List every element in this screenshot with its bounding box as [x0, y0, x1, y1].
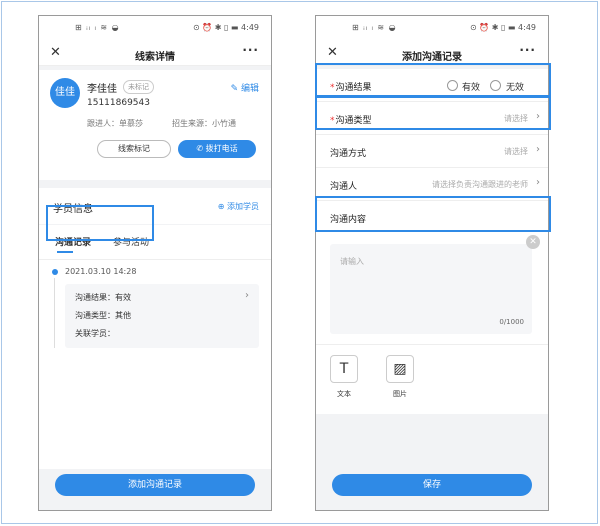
nav-bar: ✕ 线索详情 ··· — [39, 42, 271, 66]
method-select[interactable]: 请选择 — [504, 146, 528, 157]
lead-source: 招生来源：小竹通 — [172, 119, 236, 128]
edit-button[interactable]: ✎ 编辑 — [231, 81, 259, 94]
text-attach-label: 文本 — [337, 390, 351, 398]
lead-card: 佳佳 李佳佳 未标记 ✎ 编辑 15111869543 跟进人：单慕莎 招生来源… — [39, 70, 271, 180]
type-label-text: 沟通类型 — [335, 116, 372, 126]
lead-follower: 跟进人：单慕莎 — [87, 119, 143, 128]
content-label: 沟通内容 — [330, 215, 367, 225]
status-bar: ⊞ ᵢₗ ₗ ≋ ◒ ⊙ ⏰ ✱ ▯ ▬ 4:49 — [39, 16, 271, 42]
content-textarea[interactable]: 请输入 0/1000 — [330, 244, 532, 334]
image-attach-label: 图片 — [393, 390, 407, 398]
image-icon[interactable]: ▨ — [386, 355, 414, 383]
tab-indicator — [57, 251, 73, 253]
record-type: 沟通类型：其他 — [75, 311, 131, 320]
content-area: 请输入 0/1000 ✕ — [316, 234, 548, 344]
chevron-right-icon: › — [536, 177, 540, 188]
page-title: 添加沟通记录 — [402, 52, 462, 63]
text-icon[interactable]: T — [330, 355, 358, 383]
lead-name: 李佳佳 — [87, 84, 117, 95]
result-label: *沟通结果 — [330, 80, 372, 93]
clear-icon[interactable]: ✕ — [526, 235, 540, 249]
radio-valid-label: 有效 — [462, 83, 481, 93]
radio-invalid[interactable] — [490, 80, 501, 91]
required-mark: * — [330, 116, 335, 126]
result-label-text: 沟通结果 — [335, 83, 372, 93]
record-timeline: 2021.03.10 14:28 沟通结果：有效 沟通类型：其他 关联学员： › — [39, 259, 271, 469]
required-mark: * — [330, 83, 335, 93]
lead-mark-button[interactable]: 线索标记 — [97, 140, 171, 158]
method-label: 沟通方式 — [330, 149, 367, 159]
timeline-dot — [52, 269, 58, 275]
content-field: 沟通内容 — [316, 201, 548, 234]
method-field[interactable]: 沟通方式 请选择 › — [316, 135, 548, 168]
record-date: 2021.03.10 14:28 — [65, 267, 137, 276]
status-bar: ⊞ ᵢₗ ₗ ≋ ◒ ⊙ ⏰ ✱ ▯ ▬ 4:49 — [316, 16, 548, 42]
status-icons-right: ⊙ ⏰ ✱ ▯ ▬ 4:49 — [192, 23, 259, 32]
person-field[interactable]: 沟通人 请选择负责沟通跟进的老师 › — [316, 168, 548, 201]
add-student-button[interactable]: ⊕ 添加学员 — [218, 201, 259, 212]
avatar: 佳佳 — [50, 78, 80, 108]
type-select[interactable]: 请选择 — [504, 113, 528, 124]
record-form: *沟通结果 有效 无效 *沟通类型 请选择 › 沟通方式 请选择 › 沟通人 请… — [316, 69, 548, 234]
record-student: 关联学员： — [75, 329, 115, 338]
page-title: 线索详情 — [135, 52, 175, 63]
radio-invalid-label: 无效 — [506, 83, 525, 93]
phone-lead-detail: ⊞ ᵢₗ ₗ ≋ ◒ ⊙ ⏰ ✱ ▯ ▬ 4:49 ✕ 线索详情 ··· 佳佳 … — [38, 15, 272, 511]
nav-bar: ✕ 添加沟通记录 ··· — [316, 42, 548, 66]
type-label: *沟通类型 — [330, 113, 372, 126]
chevron-right-icon: › — [536, 144, 540, 155]
chevron-right-icon: › — [245, 290, 249, 301]
type-field[interactable]: *沟通类型 请选择 › — [316, 102, 548, 135]
save-button[interactable]: 保存 — [332, 474, 532, 496]
radio-valid[interactable] — [447, 80, 458, 91]
textarea-placeholder: 请输入 — [340, 257, 364, 266]
call-button[interactable]: ✆ 拨打电话 — [178, 140, 256, 158]
section-title: 学员信息 — [53, 204, 93, 215]
attachment-bar: T 文本 ▨ 图片 — [316, 344, 548, 414]
timeline-line — [54, 278, 55, 348]
lead-phone: 15111869543 — [87, 98, 150, 108]
more-icon[interactable]: ··· — [242, 43, 259, 57]
tab-activities[interactable]: 参与活动 — [113, 235, 149, 248]
record-result: 沟通结果：有效 — [75, 293, 131, 302]
person-label: 沟通人 — [330, 182, 358, 192]
status-icons-left: ⊞ ᵢₗ ₗ ≋ ◒ — [352, 23, 397, 32]
status-icons-right: ⊙ ⏰ ✱ ▯ ▬ 4:49 — [469, 23, 536, 32]
char-count: 0/1000 — [499, 318, 524, 326]
phone-add-record: ⊞ ᵢₗ ₗ ≋ ◒ ⊙ ⏰ ✱ ▯ ▬ 4:49 ✕ 添加沟通记录 ··· *… — [315, 15, 549, 511]
tab-communication-records[interactable]: 沟通记录 — [55, 235, 91, 248]
status-badge: 未标记 — [123, 80, 154, 94]
more-icon[interactable]: ··· — [519, 43, 536, 57]
status-icons-left: ⊞ ᵢₗ ₗ ≋ ◒ — [75, 23, 120, 32]
student-info-section: 学员信息 ⊕ 添加学员 — [39, 188, 271, 224]
tab-bar: 沟通记录 参与活动 — [39, 225, 271, 259]
add-record-button[interactable]: 添加沟通记录 — [55, 474, 255, 496]
record-card[interactable]: 沟通结果：有效 沟通类型：其他 关联学员： › — [65, 284, 259, 348]
result-field: *沟通结果 有效 无效 — [316, 69, 548, 102]
chevron-right-icon: › — [536, 111, 540, 122]
person-select[interactable]: 请选择负责沟通跟进的老师 — [432, 179, 528, 190]
